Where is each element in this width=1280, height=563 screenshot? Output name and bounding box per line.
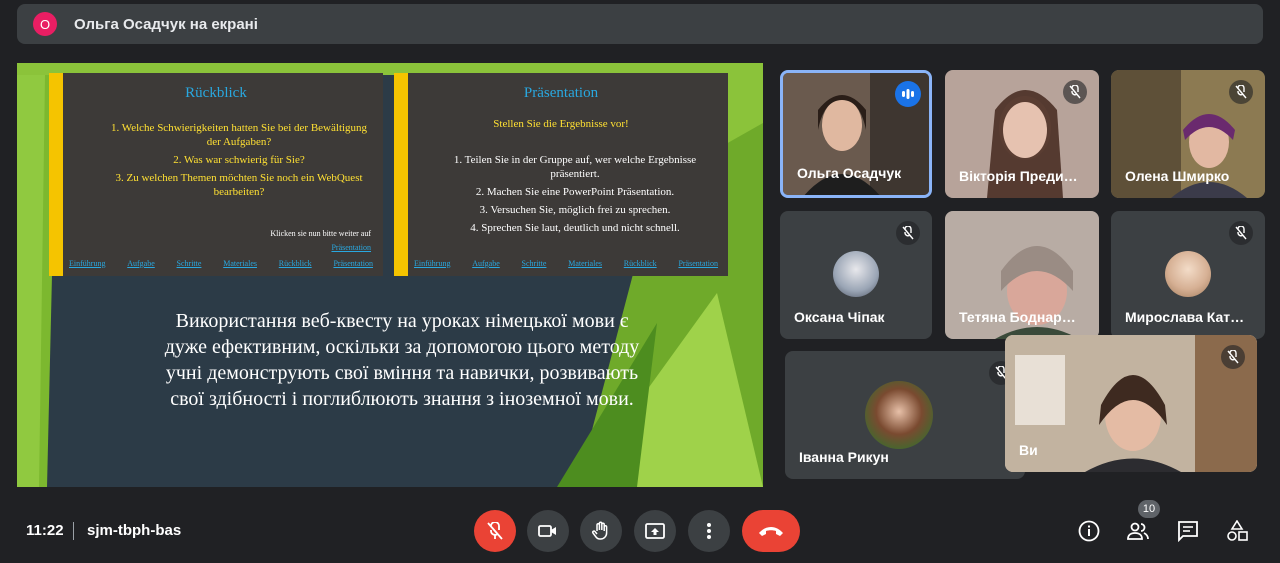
participant-tile[interactable]: Тетяна Боднар… — [945, 211, 1099, 339]
chat-icon — [1178, 521, 1198, 542]
presenter-avatar: О — [33, 12, 57, 36]
participant-name: Іванна Рикун — [799, 449, 889, 465]
clock: 11:22 — [26, 522, 64, 539]
nav-link[interactable]: Präsentation — [333, 259, 373, 268]
presenter-label: Ольга Осадчук на екрані — [74, 15, 258, 33]
slide-subtitle: Stellen Sie die Ergebnisse vor! — [493, 118, 629, 130]
nav-link[interactable]: Materiales — [568, 259, 602, 268]
slide-hint: Klicken sie nun bitte weiter auf — [270, 229, 371, 238]
mic-off-icon — [896, 221, 920, 245]
slide-rueckblick: Rückblick 1. Welche Schwierigkeiten hatt… — [49, 73, 383, 276]
slide-praesentation: Präsentation Stellen Sie die Ergebnisse … — [394, 73, 728, 276]
slide-accent-bar — [49, 73, 63, 276]
slide-caption: Використання веб-квесту на уроках німець… — [164, 310, 640, 410]
more-options-button[interactable] — [688, 510, 730, 552]
meeting-code: sjm-tbph-bas — [87, 522, 182, 539]
slide-list: 1. Welche Schwierigkeiten hatten Sie bei… — [109, 121, 369, 203]
bottom-toolbar: 11:22 sjm-tbph-bas 10 — [0, 500, 1280, 563]
people-icon — [1127, 522, 1149, 540]
raise-hand-button[interactable] — [580, 510, 622, 552]
participant-name: Вікторія Преди… — [959, 168, 1078, 184]
nav-link[interactable]: Präsentation — [678, 259, 718, 268]
hand-icon — [592, 521, 608, 540]
speaking-indicator-icon — [895, 81, 921, 107]
chat-button[interactable] — [1174, 517, 1202, 545]
participant-name: Олена Шмирко — [1125, 168, 1230, 184]
slide-title: Rückblick — [185, 85, 247, 101]
participant-avatar — [865, 381, 933, 449]
mic-off-icon — [487, 522, 503, 540]
activities-icon — [1227, 520, 1248, 541]
participant-tile[interactable]: Вікторія Преди… — [945, 70, 1099, 198]
slide-list-item: 4. Sprechen Sie laut, deutlich und nicht… — [470, 222, 680, 234]
nav-link[interactable]: Einführung — [414, 259, 450, 268]
participant-name: Ви — [1019, 442, 1038, 458]
slide-list-item: 3. Versuchen Sie, möglich frei zu sprech… — [479, 204, 671, 216]
present-screen-button[interactable] — [634, 510, 676, 552]
camera-icon — [538, 525, 556, 537]
slide-list-item: 1. Teilen Sie in der Gruppe auf, wer wel… — [453, 154, 697, 180]
mic-off-icon — [1229, 80, 1253, 104]
participant-name: Ольга Осадчук — [797, 165, 902, 181]
participants-button[interactable] — [1124, 517, 1152, 545]
presentation-stage[interactable]: Rückblick 1. Welche Schwierigkeiten hatt… — [17, 63, 763, 487]
slide-list-item: 2. Machen Sie eine PowerPoint Präsentati… — [475, 186, 675, 198]
slide-list-item: 1. Welche Schwierigkeiten hatten Sie bei… — [110, 122, 368, 148]
mic-off-icon — [1229, 221, 1253, 245]
nav-link[interactable]: Aufgabe — [472, 259, 500, 268]
slide-list-item: 3. Zu welchen Themen möchten Sie noch ei… — [115, 172, 363, 198]
more-vert-icon — [707, 523, 711, 539]
slide-list-item: 2. Was war schwierig für Sie? — [173, 154, 305, 166]
hang-up-icon — [759, 527, 783, 536]
nav-link[interactable]: Einführung — [69, 259, 105, 268]
slide-title: Präsentation — [523, 85, 599, 101]
nav-link[interactable]: Rückblick — [279, 259, 312, 268]
participant-tile[interactable]: Іванна Рикун — [785, 351, 1025, 479]
participant-tile[interactable]: Мирослава Кат… — [1111, 211, 1265, 339]
participant-tile[interactable]: Ольга Осадчук — [780, 70, 932, 198]
mic-off-icon — [1063, 80, 1087, 104]
nav-link[interactable]: Rückblick — [624, 259, 657, 268]
self-view-tile[interactable]: Ви — [1005, 335, 1257, 472]
camera-toggle-button[interactable] — [527, 510, 569, 552]
participant-tile[interactable]: Оксана Чіпак — [780, 211, 932, 339]
presentation-banner: О Ольга Осадчук на екрані — [17, 4, 1263, 44]
nav-link[interactable]: Schritte — [522, 259, 547, 268]
leave-call-button[interactable] — [742, 510, 800, 552]
slide-nav: Einführung Aufgabe Schritte Materiales R… — [69, 259, 373, 268]
divider — [73, 522, 74, 540]
participants-count-badge: 10 — [1138, 500, 1160, 518]
nav-link[interactable]: Aufgabe — [127, 259, 155, 268]
participant-avatar — [833, 251, 879, 297]
slide-accent-bar — [394, 73, 408, 276]
present-icon — [645, 523, 665, 539]
slide-nav: Einführung Aufgabe Schritte Materiales R… — [414, 259, 718, 268]
mic-off-icon — [1221, 345, 1245, 369]
microphone-toggle-button[interactable] — [474, 510, 516, 552]
nav-link[interactable]: Schritte — [177, 259, 202, 268]
participant-name: Оксана Чіпак — [794, 309, 885, 325]
slide-list: 1. Teilen Sie in der Gruppe auf, wer wel… — [430, 153, 720, 239]
activities-button[interactable] — [1223, 517, 1251, 545]
nav-link[interactable]: Materiales — [223, 259, 257, 268]
participant-name: Мирослава Кат… — [1125, 309, 1245, 325]
participant-avatar — [1165, 251, 1211, 297]
participant-video — [1005, 335, 1257, 472]
slide-hint-link[interactable]: Präsentation — [331, 243, 371, 252]
participant-tile[interactable]: Олена Шмирко — [1111, 70, 1265, 198]
meeting-details-button[interactable] — [1075, 517, 1103, 545]
participant-name: Тетяна Боднар… — [959, 309, 1076, 325]
info-icon — [1078, 520, 1100, 542]
